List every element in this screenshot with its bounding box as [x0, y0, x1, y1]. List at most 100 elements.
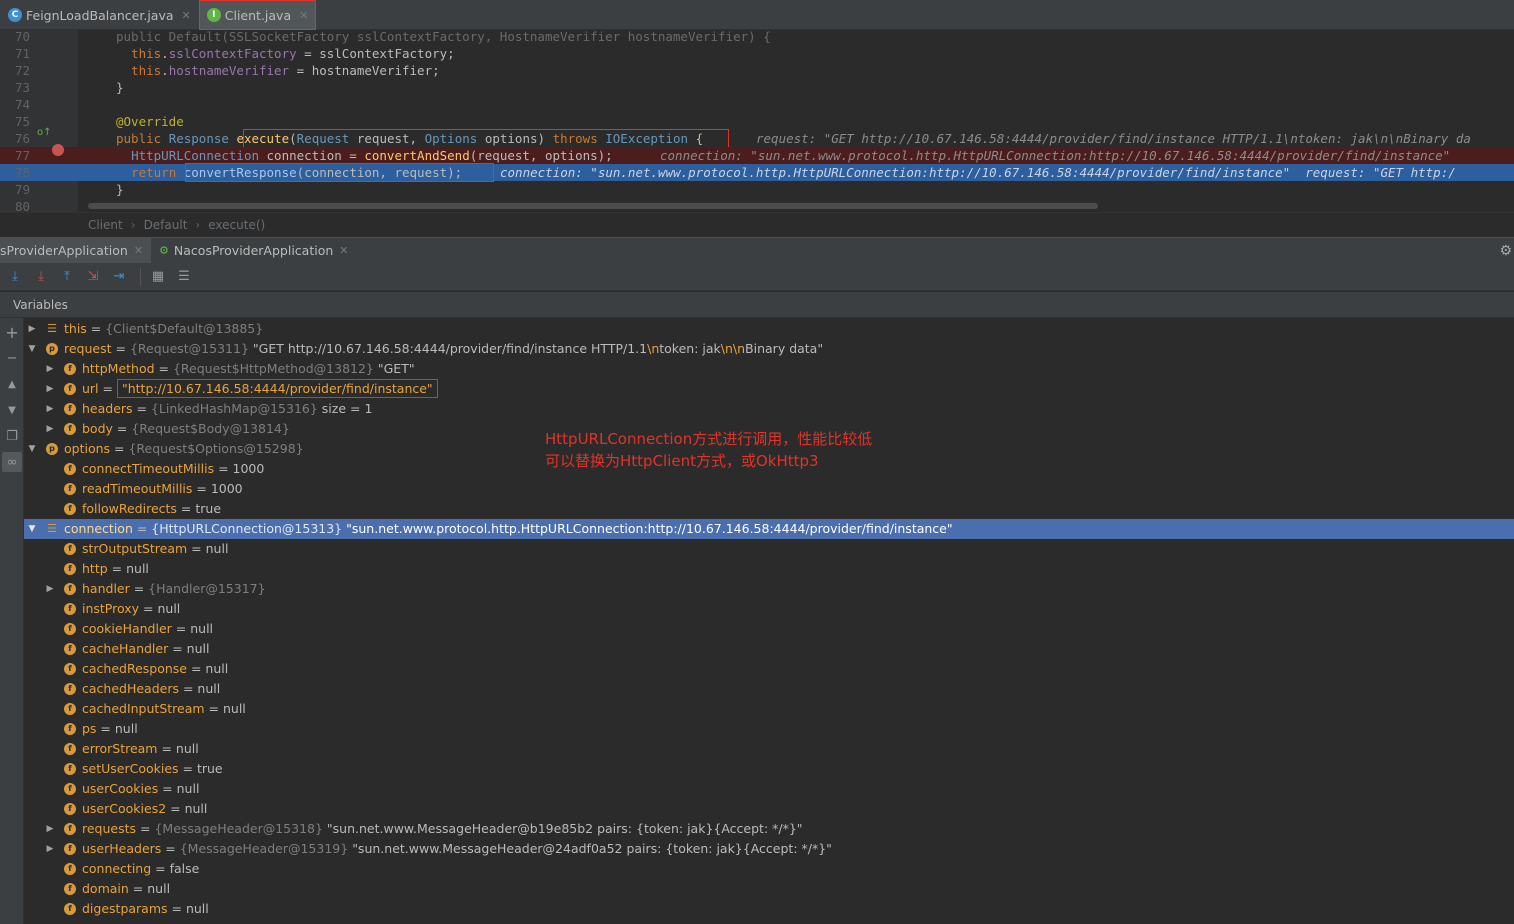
tab-provider-application[interactable]: sProviderApplication ✕	[0, 237, 152, 264]
code-line[interactable]: 72 this.hostnameVerifier = hostnameVerif…	[0, 62, 1514, 79]
code-line[interactable]: 73}	[0, 79, 1514, 96]
variable-value: true	[195, 501, 222, 516]
variable-row-readTimeoutMillis[interactable]: f readTimeoutMillis = 1000	[24, 479, 1514, 499]
expand-arrow-icon[interactable]: ▶	[44, 839, 56, 859]
variable-row-errorStream[interactable]: f errorStream = null	[24, 739, 1514, 759]
code-text: public Default(SSLSocketFactory sslConte…	[116, 30, 771, 44]
breadcrumb-item-class[interactable]: Client	[88, 218, 123, 232]
code-editor[interactable]: 70 public Default(SSLSocketFactory sslCon…	[0, 30, 1514, 212]
glasses-icon[interactable]: ∞	[2, 452, 22, 472]
variables-tree[interactable]: ▶ ☰ this = {Client$Default@13885} ▼ p request…	[24, 318, 1514, 924]
line-number: 77	[14, 148, 30, 163]
expand-arrow-icon[interactable]: ▶	[44, 359, 56, 379]
expand-arrow-icon[interactable]: ▶	[44, 379, 56, 399]
variable-body: options = {Request$Options@15298}	[64, 439, 304, 459]
variable-row-digestparams[interactable]: f digestparams = null	[24, 899, 1514, 919]
code-line[interactable]: 78 return convertResponse(connection, re…	[0, 163, 1514, 182]
variable-row-this[interactable]: ▶ ☰ this = {Client$Default@13885}	[24, 319, 1514, 339]
field-icon: f	[64, 583, 76, 595]
variable-row-userCookies2[interactable]: f userCookies2 = null	[24, 799, 1514, 819]
breakpoint-icon[interactable]	[52, 144, 64, 156]
code-line[interactable]: 77 HttpURLConnection connection = conver…	[0, 147, 1514, 164]
code-line[interactable]: 76 public Response execute(Request reques…	[0, 129, 1514, 148]
variable-row-headers[interactable]: ▶ f headers = {LinkedHashMap@15316} size =…	[24, 399, 1514, 419]
equals-sign: =	[151, 861, 170, 876]
variable-row-setUserCookies[interactable]: f setUserCookies = true	[24, 759, 1514, 779]
expand-arrow-icon[interactable]: ▶	[26, 319, 38, 339]
variable-row-cachedInputStream[interactable]: f cachedInputStream = null	[24, 699, 1514, 719]
collapse-arrow-icon[interactable]: ▼	[26, 439, 38, 459]
step-into-icon[interactable]: ⤓	[30, 266, 52, 288]
variable-row-request[interactable]: ▼ p request = {Request@15311} "GET http://…	[24, 339, 1514, 359]
tab-feignloadbalancer[interactable]: C FeignLoadBalancer.java ✕	[0, 0, 199, 30]
variable-row-cacheHandler[interactable]: f cacheHandler = null	[24, 639, 1514, 659]
field-icon: f	[64, 403, 76, 415]
variable-row-cachedResponse[interactable]: f cachedResponse = null	[24, 659, 1514, 679]
arrow-down-icon[interactable]: ▼	[2, 400, 22, 420]
variable-value: false	[169, 861, 200, 876]
close-icon[interactable]: ✕	[339, 244, 348, 257]
equals-sign: =	[204, 701, 223, 716]
variable-row-userHeaders[interactable]: ▶ f userHeaders = {MessageHeader@15319} "s…	[24, 839, 1514, 859]
drop-frame-icon[interactable]: ⇲	[82, 266, 104, 288]
run-to-cursor-icon[interactable]: ⇥	[108, 266, 130, 288]
variable-row-strOutputStream[interactable]: f strOutputStream = null	[24, 539, 1514, 559]
step-over-icon[interactable]: ⤓	[4, 266, 26, 288]
override-marker-icon[interactable]: o↑	[37, 127, 52, 139]
expand-arrow-icon[interactable]: ▶	[44, 419, 56, 439]
copy-icon[interactable]: ❐	[2, 426, 22, 446]
variable-row-followRedirects[interactable]: f followRedirects = true	[24, 499, 1514, 519]
variable-row-handler[interactable]: ▶ f handler = {Handler@15317}	[24, 579, 1514, 599]
expand-arrow-icon[interactable]: ▶	[44, 819, 56, 839]
debug-session-tabs: sProviderApplication ✕ ⚙ NacosProviderAp…	[0, 237, 1514, 264]
tab-client[interactable]: I Client.java ✕	[198, 0, 317, 30]
variable-row-cookieHandler[interactable]: f cookieHandler = null	[24, 619, 1514, 639]
variable-row-http[interactable]: f http = null	[24, 559, 1514, 579]
equals-sign: =	[86, 321, 106, 336]
field-icon: f	[64, 883, 76, 895]
arrow-up-icon[interactable]: ▲	[2, 374, 22, 394]
field-icon: f	[64, 743, 76, 755]
variable-body: connection = {HttpURLConnection@15313} "…	[64, 519, 953, 539]
step-out-icon[interactable]: ⤒	[56, 266, 78, 288]
variable-name: options	[64, 441, 111, 456]
code-line[interactable]: 74	[0, 96, 1514, 113]
close-icon[interactable]: ✕	[299, 9, 308, 22]
collapse-arrow-icon[interactable]: ▼	[26, 519, 38, 539]
code-line[interactable]: 71 this.sslContextFactory = sslContextFa…	[0, 45, 1514, 62]
variable-name: cachedHeaders	[82, 681, 179, 696]
code-line[interactable]: 70 public Default(SSLSocketFactory sslCon…	[0, 30, 1514, 45]
variable-row-userCookies[interactable]: f userCookies = null	[24, 779, 1514, 799]
variable-name: strOutputStream	[82, 541, 188, 556]
variable-row-connection[interactable]: ▼ ☰ connection = {HttpURLConnection@15313}…	[24, 519, 1514, 539]
variable-row-connecting[interactable]: f connecting = false	[24, 859, 1514, 879]
collapse-arrow-icon[interactable]: ▼	[26, 339, 38, 359]
expand-arrow-icon[interactable]: ▶	[44, 399, 56, 419]
field-icon: f	[64, 423, 76, 435]
equals-sign: =	[129, 581, 149, 596]
variable-row-ps[interactable]: f ps = null	[24, 719, 1514, 739]
field-icon: f	[64, 363, 76, 375]
variable-row-url[interactable]: ▶ f url = "http://10.67.146.58:4444/provid…	[24, 379, 1514, 399]
variable-row-cachedHeaders[interactable]: f cachedHeaders = null	[24, 679, 1514, 699]
object-icon: ☰	[47, 322, 57, 335]
variable-row-instProxy[interactable]: f instProxy = null	[24, 599, 1514, 619]
variable-row-domain[interactable]: f domain = null	[24, 879, 1514, 899]
minus-icon[interactable]: −	[2, 348, 22, 368]
variable-row-httpMethod[interactable]: ▶ f httpMethod = {Request$HttpMethod@13812…	[24, 359, 1514, 379]
tab-nacos-provider-application[interactable]: ⚙ NacosProviderApplication ✕	[151, 238, 356, 264]
close-icon[interactable]: ✕	[182, 9, 191, 22]
close-icon[interactable]: ✕	[134, 244, 143, 257]
expand-arrow-icon[interactable]: ▶	[44, 579, 56, 599]
horizontal-scrollbar[interactable]	[88, 203, 1098, 209]
breadcrumb-item-method[interactable]: execute()	[208, 218, 265, 232]
variable-value: true	[196, 761, 223, 776]
plus-icon[interactable]: +	[2, 322, 22, 342]
evaluate-expression-icon[interactable]: ▦	[147, 266, 169, 288]
gear-icon[interactable]: ⚙	[1499, 243, 1512, 259]
breadcrumb-item-inner[interactable]: Default	[144, 218, 188, 232]
trace-stream-icon[interactable]: ☰	[173, 266, 195, 288]
code-line[interactable]: 75 @Override	[0, 113, 1514, 130]
code-line[interactable]: 79}	[0, 181, 1514, 198]
variable-row-requests[interactable]: ▶ f requests = {MessageHeader@15318} "sun.…	[24, 819, 1514, 839]
